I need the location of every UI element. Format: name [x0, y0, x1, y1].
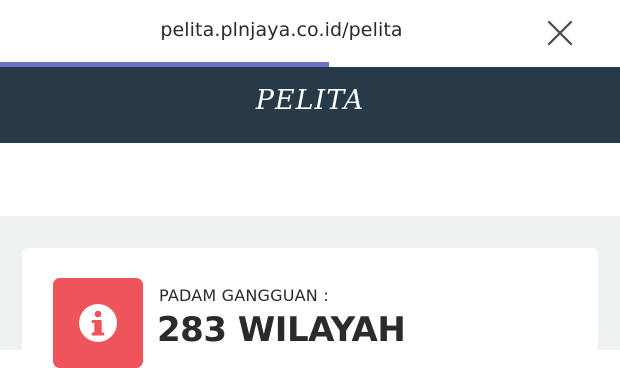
close-button[interactable]	[543, 16, 577, 50]
outage-count: 283 WILAYAH	[157, 310, 406, 350]
site-header: PELITA	[0, 67, 620, 143]
site-logo-text: PELITA	[255, 85, 365, 116]
url-text[interactable]: pelita.plnjaya.co.id/pelita	[0, 19, 563, 41]
outage-status-card: PADAM GANGGUAN : 283 WILAYAH	[22, 248, 598, 368]
header-spacer	[0, 143, 620, 216]
info-icon	[79, 304, 117, 342]
browser-url-bar: pelita.plnjaya.co.id/pelita	[0, 0, 620, 66]
outage-label: PADAM GANGGUAN :	[159, 286, 329, 305]
status-icon-box	[53, 278, 143, 368]
close-icon	[547, 20, 573, 46]
